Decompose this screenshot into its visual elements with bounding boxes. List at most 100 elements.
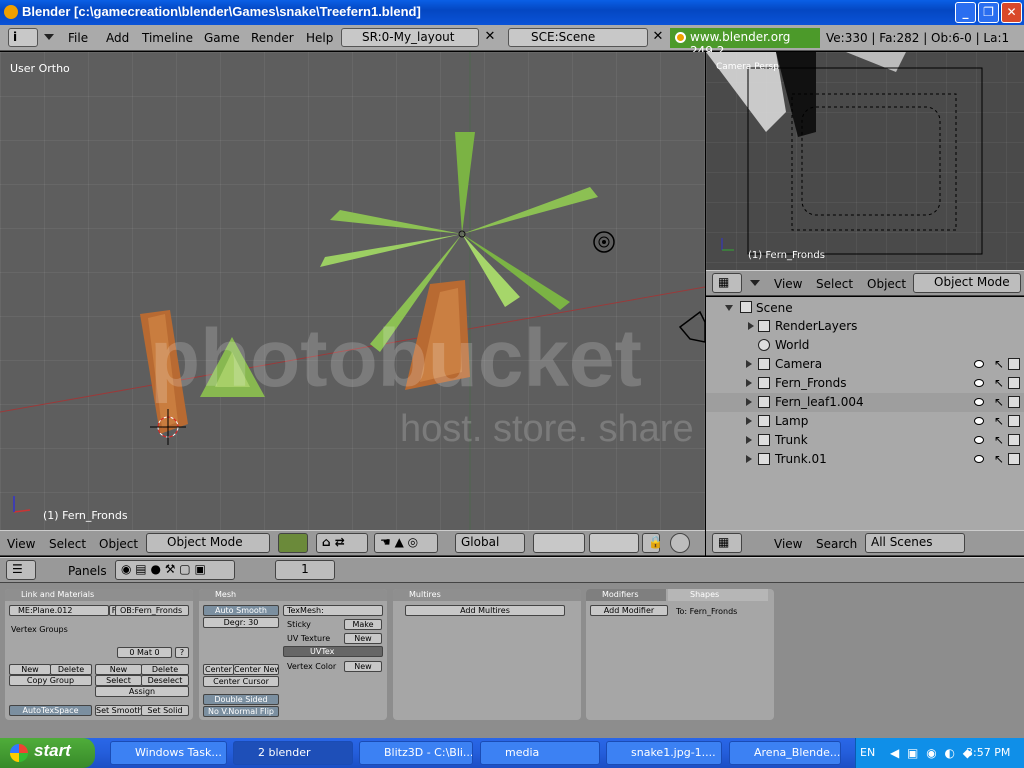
frame-counter[interactable]: 1 [275,560,335,580]
outliner-row-fern-leaf[interactable]: Fern_leaf1.004 ↖ [706,393,1024,412]
layers-grid-1[interactable] [533,533,585,553]
select-arrow-icon[interactable]: ↖ [994,414,1004,428]
tab-shapes[interactable]: Shapes [668,589,768,601]
visibility-eye-icon[interactable] [974,436,984,444]
outliner-row-camera[interactable]: Camera ↖ [706,355,1024,374]
draw-type-dropdown[interactable] [278,533,308,553]
outliner-row-trunk[interactable]: Trunk ↖ [706,431,1024,450]
collapse-icon[interactable] [750,280,760,286]
menu-help[interactable]: Help [306,31,333,45]
menu-timeline[interactable]: Timeline [142,31,193,45]
editor-type-icon[interactable]: ▦ [712,273,742,293]
vgroup-delete-button[interactable]: Delete [50,664,92,675]
buttons-editor-type-icon[interactable]: ☰ [6,560,36,580]
outliner-editor-type-icon[interactable]: ▦ [712,533,742,553]
outliner-row-fern-fronds[interactable]: Fern_Fronds ↖ [706,374,1024,393]
material-select-button[interactable]: Select [95,675,142,686]
expand-arrow-icon[interactable] [748,322,754,330]
render-icon[interactable] [1008,396,1020,408]
material-new-button[interactable]: New [95,664,142,675]
taskbar-item-snake-jpg[interactable]: snake1.jpg-1.... [606,741,722,765]
material-counter[interactable]: 0 Mat 0 [117,647,172,658]
select-arrow-icon[interactable]: ↖ [994,452,1004,466]
double-sided-toggle[interactable]: Double Sided [203,694,279,705]
outliner[interactable]: Scene RenderLayers World Camera ↖ Fern_F… [706,297,1024,530]
visibility-eye-icon[interactable] [974,398,984,406]
center-button[interactable]: Center [203,664,234,675]
viewport-menu-object[interactable]: Object [99,537,138,551]
camera-mode-dropdown[interactable]: Object Mode [913,273,1021,293]
expand-arrow-icon[interactable] [746,360,752,368]
tray-icons[interactable]: ◀ ▣ ◉ ◐ ◆ [890,746,974,760]
menu-game[interactable]: Game [204,31,240,45]
material-assign-button[interactable]: Assign [95,686,189,697]
collapse-menu-icon[interactable] [44,34,54,40]
screen-delete-icon[interactable]: ✕ [482,29,498,46]
add-multires-button[interactable]: Add Multires [405,605,565,616]
camera-menu-view[interactable]: View [774,277,802,291]
viewport-mode-dropdown[interactable]: Object Mode [146,533,270,553]
outliner-row-world[interactable]: World [706,336,1024,355]
render-preview-icon[interactable] [670,533,690,553]
taskbar-item-blitz3d[interactable]: Blitz3D - C:\Bli... [359,741,473,765]
taskbar-item-blender[interactable]: 2 blender [233,741,353,765]
texmesh-field[interactable]: TexMesh: [283,605,383,616]
degr-field[interactable]: Degr: 30 [203,617,279,628]
3d-viewport[interactable]: User Ortho (1) Fern_Fronds photobucket h… [0,52,705,530]
material-deselect-button[interactable]: Deselect [141,675,189,686]
scene-field[interactable]: SCE:Scene [508,28,648,47]
language-indicator[interactable]: EN [860,746,875,759]
menu-file[interactable]: File [68,31,88,45]
render-icon[interactable] [1008,377,1020,389]
outliner-row-scene[interactable]: Scene [706,298,1024,317]
autotexspace-toggle[interactable]: AutoTexSpace [9,705,92,716]
expand-arrow-icon[interactable] [746,417,752,425]
maximize-button[interactable]: ❐ [978,2,999,23]
manipulator-icons[interactable]: ☚ ▲ ◎ [374,533,438,553]
expand-arrow-icon[interactable] [746,379,752,387]
center-cursor-button[interactable]: Center Cursor [203,676,279,687]
render-icon[interactable] [1008,415,1020,427]
pivot-widget-icon[interactable]: ⌂ ⇄ [316,533,368,553]
info-window-type-icon[interactable]: i [8,28,38,47]
set-solid-button[interactable]: Set Solid [141,705,189,716]
add-modifier-button[interactable]: Add Modifier [590,605,668,616]
select-arrow-icon[interactable]: ↖ [994,376,1004,390]
expand-arrow-icon[interactable] [746,436,752,444]
menu-add[interactable]: Add [106,31,129,45]
context-icon-row[interactable]: ◉ ▤ ● ⚒ ▢ ▣ [115,560,235,580]
expand-arrow-icon[interactable] [746,455,752,463]
orientation-dropdown[interactable]: Global [455,533,525,553]
visibility-eye-icon[interactable] [974,417,984,425]
lock-layers-icon[interactable]: 🔒 [642,533,663,553]
auto-smooth-toggle[interactable]: Auto Smooth [203,605,279,616]
expand-arrow-icon[interactable] [725,305,733,311]
vgroup-new-button[interactable]: New [9,664,51,675]
tab-modifiers[interactable]: Modifiers [586,589,666,601]
select-arrow-icon[interactable]: ↖ [994,395,1004,409]
sticky-make-button[interactable]: Make [344,619,382,630]
render-icon[interactable] [1008,434,1020,446]
expand-arrow-icon[interactable] [746,398,752,406]
outliner-menu-view[interactable]: View [774,537,802,551]
select-arrow-icon[interactable]: ↖ [994,357,1004,371]
scene-delete-icon[interactable]: ✕ [650,29,666,46]
vertex-color-new-button[interactable]: New [344,661,382,672]
no-vnormal-flip-toggle[interactable]: No V.Normal Flip [203,706,279,717]
camera-viewport[interactable]: Camera Persp (1) Fern_Fronds [706,52,1024,270]
minimize-button[interactable]: _ [955,2,976,23]
visibility-eye-icon[interactable] [974,360,984,368]
outliner-filter-dropdown[interactable]: All Scenes [865,533,965,553]
layers-grid-2[interactable] [589,533,639,553]
outliner-row-lamp[interactable]: Lamp ↖ [706,412,1024,431]
render-icon[interactable] [1008,453,1020,465]
material-help-button[interactable]: ? [175,647,189,658]
uv-texture-new-button[interactable]: New [344,633,382,644]
viewport-menu-view[interactable]: View [7,537,35,551]
taskbar-item-task-manager[interactable]: Windows Task... [110,741,227,765]
set-smooth-button[interactable]: Set Smooth [95,705,142,716]
outliner-menu-search[interactable]: Search [816,537,857,551]
menu-render[interactable]: Render [251,31,294,45]
select-arrow-icon[interactable]: ↖ [994,433,1004,447]
object-name-field[interactable]: OB:Fern_Fronds [115,605,189,616]
